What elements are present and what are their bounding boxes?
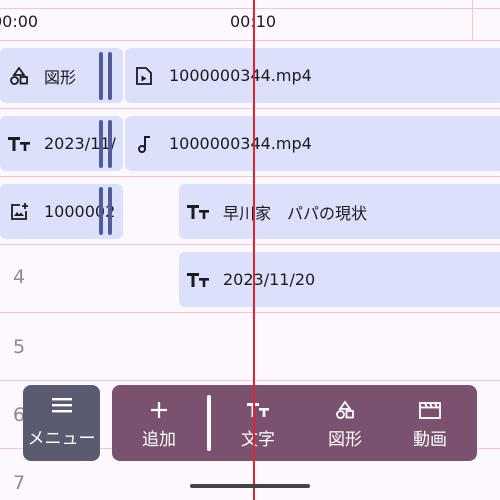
gesture-bar bbox=[190, 484, 310, 488]
clip-audio[interactable]: 1000000344.mp4 bbox=[125, 116, 500, 171]
clip-label: 2023/11/ bbox=[44, 134, 116, 153]
text-icon bbox=[247, 397, 269, 423]
grid-line bbox=[0, 380, 500, 381]
clip-label: 1000000344.mp4 bbox=[169, 66, 312, 85]
row-number: 5 bbox=[13, 336, 26, 358]
text-icon bbox=[8, 133, 30, 155]
clip-label: 1000002 bbox=[44, 202, 116, 221]
hamburger-icon bbox=[51, 397, 73, 418]
clip-text[interactable]: 2023/11/ bbox=[0, 116, 123, 171]
trim-handle[interactable] bbox=[99, 120, 103, 168]
trim-handle[interactable] bbox=[99, 187, 103, 235]
clapperboard-icon bbox=[419, 397, 441, 423]
text-button[interactable]: 文字 bbox=[223, 385, 293, 461]
menu-label: メニュー bbox=[27, 429, 96, 449]
grid-line bbox=[0, 244, 500, 245]
shapes-icon bbox=[335, 397, 355, 423]
grid-line bbox=[0, 40, 500, 41]
plus-icon bbox=[150, 397, 168, 423]
clip-label: 早川家 パパの現状 bbox=[223, 203, 368, 223]
music-note-icon bbox=[133, 133, 155, 155]
clip-label: 図形 bbox=[44, 67, 77, 87]
ruler-tick bbox=[472, 0, 473, 40]
clip-label: 2023/11/20 bbox=[223, 270, 316, 289]
playhead[interactable] bbox=[253, 0, 255, 500]
video-button[interactable]: 動画 bbox=[395, 385, 465, 461]
toolbar-divider bbox=[207, 395, 211, 451]
add-toolbar: 追加 文字 図形 動画 bbox=[112, 385, 477, 461]
add-image-icon bbox=[8, 201, 30, 223]
clip-image[interactable]: 1000002 bbox=[0, 184, 123, 239]
text-icon bbox=[187, 269, 209, 291]
trim-handle[interactable] bbox=[108, 52, 112, 100]
shape-button[interactable]: 図形 bbox=[310, 385, 380, 461]
ruler-time-start: 00:00 bbox=[0, 12, 39, 31]
grid-line bbox=[0, 108, 500, 109]
shape-label: 図形 bbox=[328, 429, 362, 450]
grid-line bbox=[0, 176, 500, 177]
add-label: 追加 bbox=[142, 429, 176, 450]
clip-label: 1000000344.mp4 bbox=[169, 134, 312, 153]
row-number: 4 bbox=[13, 266, 26, 288]
row-number: 7 bbox=[13, 472, 26, 494]
trim-handle[interactable] bbox=[108, 120, 112, 168]
text-icon bbox=[187, 201, 209, 223]
trim-handle[interactable] bbox=[99, 52, 103, 100]
grid-line bbox=[0, 312, 500, 313]
clip-text[interactable]: 2023/11/20 bbox=[179, 252, 500, 307]
video-label: 動画 bbox=[413, 429, 447, 450]
trim-handle[interactable] bbox=[108, 187, 112, 235]
add-button[interactable]: 追加 bbox=[124, 385, 194, 461]
video-file-icon bbox=[133, 65, 155, 87]
clip-text[interactable]: 早川家 パパの現状 bbox=[179, 184, 500, 239]
clip-video[interactable]: 1000000344.mp4 bbox=[125, 48, 500, 103]
shapes-icon bbox=[8, 65, 30, 87]
clip-shape[interactable]: 図形 bbox=[0, 48, 123, 103]
menu-button[interactable]: メニュー bbox=[23, 385, 100, 461]
grid-line bbox=[0, 8, 500, 9]
text-label: 文字 bbox=[241, 429, 275, 450]
